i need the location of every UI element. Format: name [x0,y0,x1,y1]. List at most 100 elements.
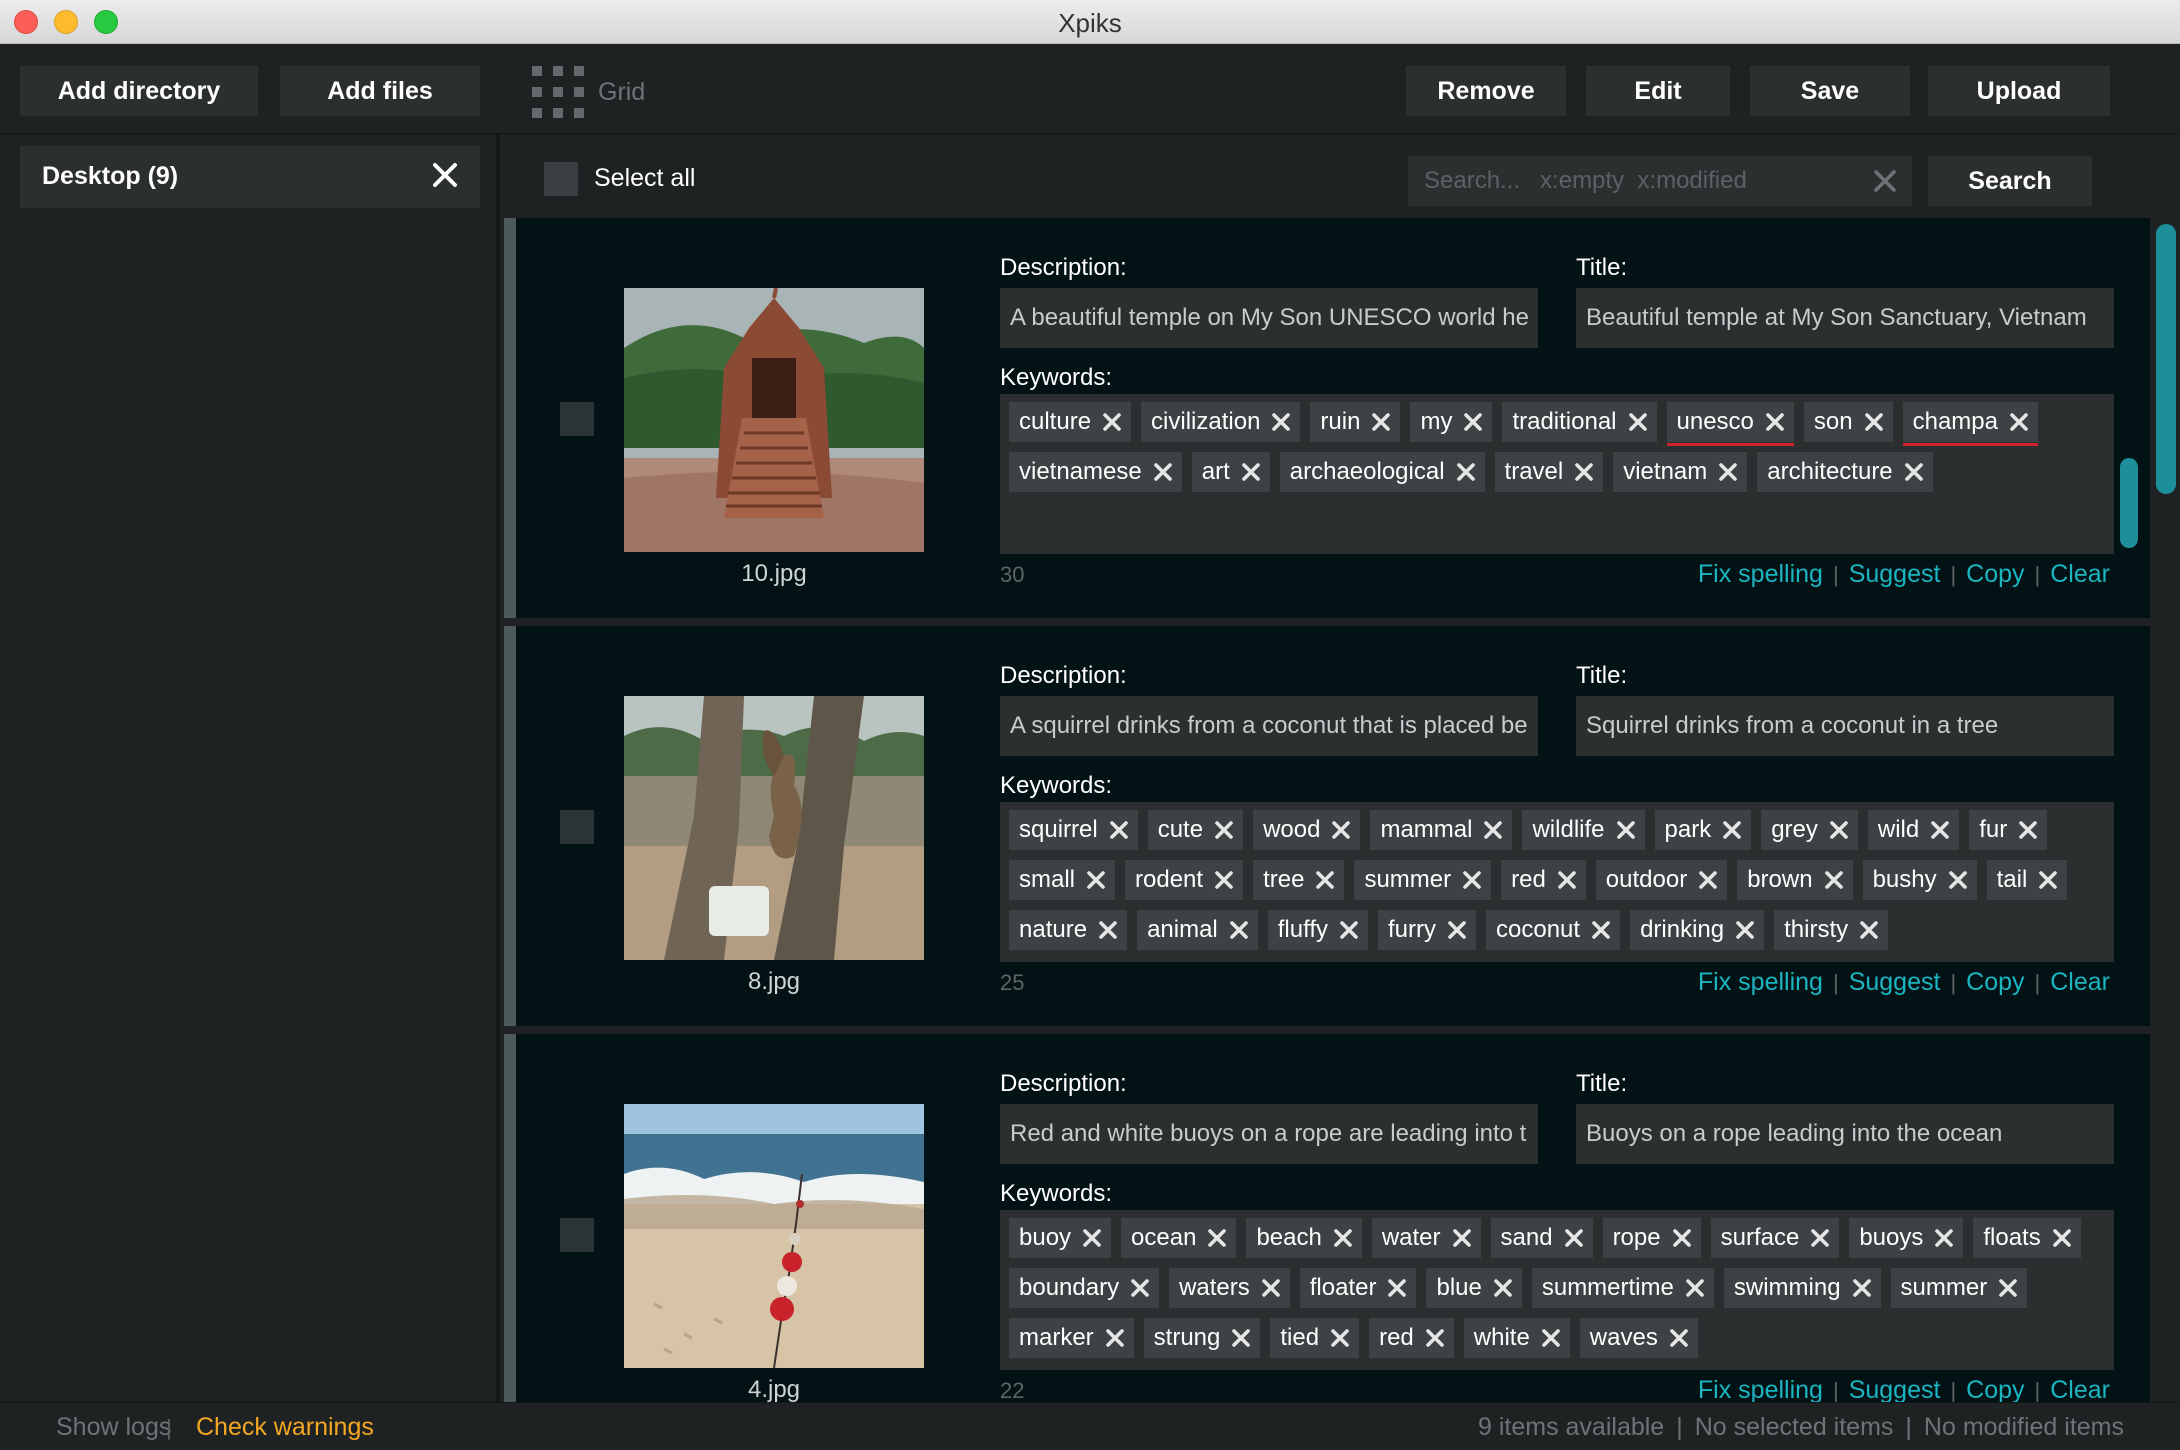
description-input[interactable]: Red and white buoys on a rope are leadin… [1000,1104,1538,1164]
keyword-chip[interactable]: brown [1737,860,1853,900]
fix-spelling-link[interactable]: Fix spelling [1698,1376,1823,1402]
remove-keyword-icon[interactable] [2037,869,2059,891]
suggest-link[interactable]: Suggest [1849,1376,1941,1402]
keyword-chip[interactable]: tied [1270,1318,1360,1358]
grid-toggle[interactable]: Grid [532,66,645,118]
keyword-chip[interactable]: squirrel [1009,810,1138,850]
fix-spelling-link[interactable]: Fix spelling [1698,560,1823,589]
keyword-chip[interactable]: my [1410,402,1493,442]
keywords-editor[interactable]: buoy ocean beach water sand rope surface buoys f… [1000,1210,2114,1370]
remove-keyword-icon[interactable] [1563,1227,1585,1249]
keyword-chip[interactable]: fur [1969,810,2048,850]
keyword-chip[interactable]: waves [1579,1318,1698,1358]
select-all-checkbox[interactable] [544,162,578,196]
keywords-editor[interactable]: culture civilization ruin my traditional unes… [1000,394,2114,554]
remove-keyword-icon[interactable] [1097,919,1119,941]
keyword-chip[interactable]: red [1369,1318,1454,1358]
remove-keyword-icon[interactable] [1903,461,1925,483]
remove-keyword-icon[interactable] [1809,1227,1831,1249]
keyword-chip[interactable]: swimming [1723,1268,1881,1308]
remove-keyword-icon[interactable] [1386,1277,1408,1299]
keyword-chip[interactable]: water [1371,1218,1481,1258]
remove-keyword-icon[interactable] [1671,1227,1693,1249]
keyword-chip[interactable]: park [1654,810,1752,850]
remove-keyword-icon[interactable] [1556,869,1578,891]
remove-keyword-icon[interactable] [1492,1277,1514,1299]
keyword-chip[interactable]: rodent [1125,860,1244,900]
remove-keyword-icon[interactable] [1455,461,1477,483]
thumbnail-image[interactable] [624,1104,924,1368]
search-input[interactable] [1408,156,1912,206]
keyword-chip[interactable]: summertime [1531,1268,1714,1308]
list-scroll-thumb[interactable] [2156,224,2176,494]
keyword-chip[interactable]: nature [1009,910,1128,950]
keyword-chip[interactable]: mammal [1370,810,1513,850]
keyword-chip[interactable]: culture [1009,402,1132,442]
keywords-scrollbar[interactable] [2120,458,2138,548]
remove-keyword-icon[interactable] [1332,1227,1354,1249]
keyword-chip[interactable]: son [1803,402,1893,442]
select-all-label[interactable]: Select all [594,164,695,193]
keyword-chip[interactable]: white [1463,1318,1570,1358]
keyword-chip[interactable]: ocean [1121,1218,1237,1258]
keyword-chip[interactable]: floats [1973,1218,2081,1258]
remove-keyword-icon[interactable] [1213,819,1235,841]
remove-keyword-icon[interactable] [1108,819,1130,841]
remove-keyword-icon[interactable] [1329,1327,1351,1349]
keyword-chip[interactable]: bushy [1862,860,1977,900]
remove-keyword-icon[interactable] [1152,461,1174,483]
title-input[interactable]: Beautiful temple at My Son Sanctuary, Vi… [1576,288,2114,348]
remove-keyword-icon[interactable] [1462,411,1484,433]
keyword-chip[interactable]: champa [1902,402,2039,446]
clear-search-icon[interactable] [1872,168,1898,194]
sidebar-item-desktop[interactable]: Desktop (9) [20,146,480,208]
item-checkbox[interactable] [560,810,594,844]
keyword-chip[interactable]: archaeological [1279,452,1485,492]
remove-keyword-icon[interactable] [1104,1327,1126,1349]
keyword-chip[interactable]: beach [1246,1218,1362,1258]
keyword-chip[interactable]: civilization [1141,402,1301,442]
add-directory-button[interactable]: Add directory [20,66,258,116]
suggest-link[interactable]: Suggest [1849,968,1941,997]
keyword-chip[interactable]: summer [1354,860,1492,900]
keyword-chip[interactable]: animal [1137,910,1258,950]
keyword-chip[interactable]: architecture [1757,452,1933,492]
remove-button[interactable]: Remove [1406,66,1566,116]
keyword-chip[interactable]: traditional [1502,402,1657,442]
keywords-editor[interactable]: squirrel cute wood mammal wildlife park grey wi… [1000,802,2114,962]
add-files-button[interactable]: Add files [280,66,480,116]
remove-keyword-icon[interactable] [1338,919,1360,941]
keyword-chip[interactable]: coconut [1486,910,1621,950]
remove-keyword-icon[interactable] [1573,461,1595,483]
show-logs-link[interactable]: Show logs [56,1413,171,1442]
upload-button[interactable]: Upload [1928,66,2110,116]
keyword-chip[interactable]: surface [1710,1218,1840,1258]
keyword-chip[interactable]: buoys [1849,1218,1964,1258]
remove-keyword-icon[interactable] [1085,869,1107,891]
remove-keyword-icon[interactable] [1823,869,1845,891]
keyword-chip[interactable]: wood [1253,810,1361,850]
remove-keyword-icon[interactable] [1424,1327,1446,1349]
edit-button[interactable]: Edit [1586,66,1730,116]
title-input[interactable]: Buoys on a rope leading into the ocean [1576,1104,2114,1164]
remove-keyword-icon[interactable] [1851,1277,1873,1299]
remove-keyword-icon[interactable] [1734,919,1756,941]
remove-keyword-icon[interactable] [1314,869,1336,891]
clear-link[interactable]: Clear [2050,968,2110,997]
keyword-chip[interactable]: thirsty [1774,910,1889,950]
remove-keyword-icon[interactable] [2051,1227,2073,1249]
remove-keyword-icon[interactable] [1929,819,1951,841]
remove-keyword-icon[interactable] [1540,1327,1562,1349]
keyword-chip[interactable]: unesco [1666,402,1795,446]
remove-keyword-icon[interactable] [1230,1327,1252,1349]
remove-keyword-icon[interactable] [1721,819,1743,841]
check-warnings-link[interactable]: Check warnings [196,1413,374,1442]
remove-keyword-icon[interactable] [1260,1277,1282,1299]
remove-keyword-icon[interactable] [1213,869,1235,891]
keyword-chip[interactable]: furry [1378,910,1477,950]
keyword-chip[interactable]: drinking [1630,910,1765,950]
keyword-chip[interactable]: sand [1490,1218,1593,1258]
remove-keyword-icon[interactable] [1828,819,1850,841]
remove-keyword-icon[interactable] [1482,819,1504,841]
thumbnail-image[interactable] [624,696,924,960]
